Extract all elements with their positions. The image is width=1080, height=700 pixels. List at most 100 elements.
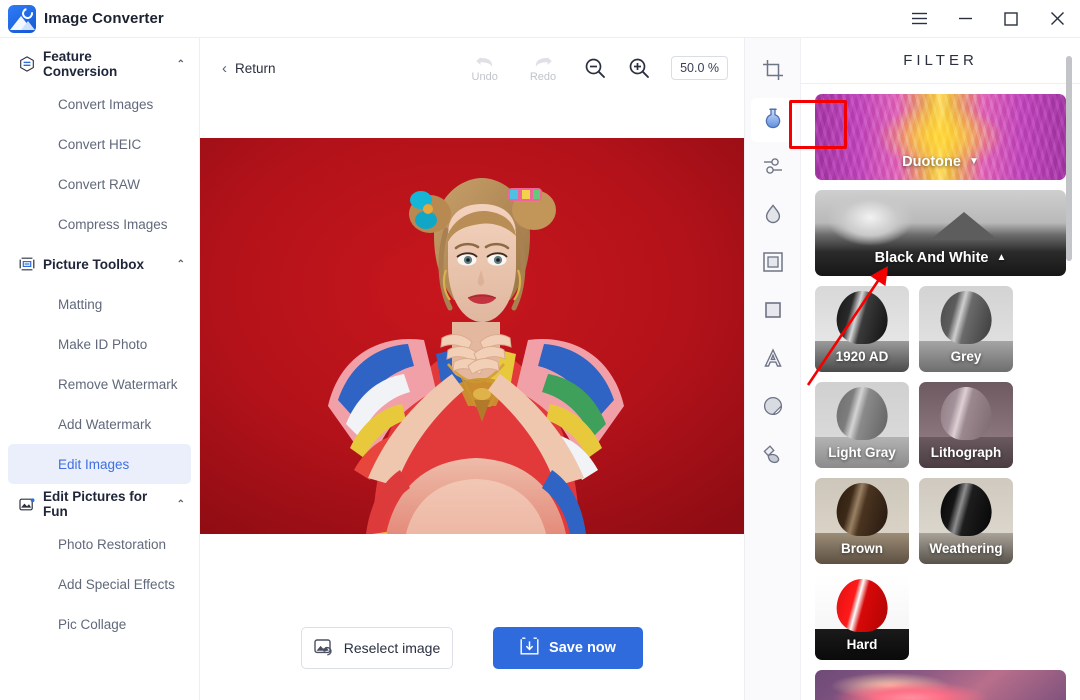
filter-category-next[interactable] (815, 670, 1066, 700)
sidebar-item-make-id-photo[interactable]: Make ID Photo (8, 324, 191, 364)
crop-icon (761, 58, 785, 87)
zoom-controls: 50.0 % (583, 56, 728, 80)
save-now-button[interactable]: Save now (493, 627, 643, 669)
border-tool-button[interactable] (751, 290, 795, 334)
sidebar-group-feature-conversion[interactable]: Feature Conversion ⌃ (0, 44, 199, 84)
maximize-button[interactable] (988, 0, 1034, 37)
sidebar-item-photo-restoration[interactable]: Photo Restoration (8, 524, 191, 564)
filter-preset-label: Weathering (929, 541, 1003, 556)
text-tool-button[interactable] (751, 338, 795, 382)
sidebar-item-add-special-effects[interactable]: Add Special Effects (8, 564, 191, 604)
sidebar-group-label: Picture Toolbox (43, 256, 145, 272)
editor-toolbar: ‹ Return Undo Redo 50.0 % (200, 38, 744, 98)
filter-preset-grid: 1920 AD Grey Light Gray Lithograph Brown… (815, 286, 1066, 660)
sidebar-item-remove-watermark[interactable]: Remove Watermark (8, 364, 191, 404)
filter-scrollbar-track[interactable] (1066, 46, 1076, 692)
filter-category-black-and-white[interactable]: Black And White ▲ (815, 190, 1066, 276)
filter-preset-label: Brown (841, 541, 883, 556)
sidebar-item-add-watermark[interactable]: Add Watermark (8, 404, 191, 444)
undo-redo-group: Undo Redo (472, 54, 556, 83)
chevron-down-icon: ▼ (968, 156, 979, 167)
filter-preset-hard[interactable]: Hard (815, 574, 909, 660)
undo-button[interactable]: Undo (472, 54, 498, 83)
redo-button[interactable]: Redo (530, 54, 556, 83)
editor-area: ‹ Return Undo Redo 50.0 % Reselect image… (200, 38, 744, 700)
sidebar-item-matting[interactable]: Matting (8, 284, 191, 324)
brush-tool-button[interactable] (751, 434, 795, 478)
main-body: Feature Conversion ⌃ Convert Images Conv… (0, 38, 1080, 700)
filter-panel: FILTER Duotone ▼ Black And White ▲ 1920 … (800, 38, 1080, 700)
sliders-icon (761, 154, 785, 183)
download-icon (520, 637, 539, 660)
return-button[interactable]: ‹ Return (216, 57, 282, 80)
reselect-image-button[interactable]: Reselect image (301, 627, 453, 669)
filter-preset-1920-ad[interactable]: 1920 AD (815, 286, 909, 372)
reselect-image-label: Reselect image (343, 640, 441, 656)
sidebar-item-edit-images[interactable]: Edit Images (8, 444, 191, 484)
action-bar: Reselect image Save now (200, 604, 744, 700)
reselect-image-icon (314, 638, 334, 659)
zoom-out-icon[interactable] (583, 56, 607, 80)
canvas-area (200, 98, 744, 604)
frame-icon (761, 250, 785, 279)
return-label: Return (235, 60, 276, 76)
redo-label: Redo (529, 70, 557, 83)
filter-preset-brown[interactable]: Brown (815, 478, 909, 564)
square-icon (761, 298, 785, 327)
filter-preset-label: Grey (950, 349, 982, 364)
tool-rail (744, 38, 800, 700)
frame-tool-button[interactable] (751, 242, 795, 286)
edited-image[interactable] (200, 138, 744, 534)
chevron-up-icon: ⌃ (176, 58, 185, 70)
minimize-button[interactable] (942, 0, 988, 37)
filter-preset-light-gray[interactable]: Light Gray (815, 382, 909, 468)
filter-tool-button[interactable] (750, 98, 795, 142)
fun-picture-icon (18, 496, 35, 513)
filter-list[interactable]: Duotone ▼ Black And White ▲ 1920 AD Grey… (801, 84, 1080, 700)
blur-tool-button[interactable] (751, 194, 795, 238)
sidebar-item-convert-images[interactable]: Convert Images (8, 84, 191, 124)
sidebar-item-compress-images[interactable]: Compress Images (8, 204, 191, 244)
filter-preset-label: 1920 AD (835, 349, 889, 364)
filter-preset-lithograph[interactable]: Lithograph (919, 382, 1013, 468)
undo-label: Undo (471, 70, 498, 83)
zoom-in-icon[interactable] (627, 56, 651, 80)
filter-category-label: Black And White (874, 250, 989, 266)
filter-category-caption: Duotone ▼ (815, 154, 1066, 170)
filter-preset-label: Lithograph (930, 445, 1002, 460)
filter-panel-title: FILTER (801, 38, 1080, 84)
mosaic-tool-button[interactable] (751, 386, 795, 430)
zoom-level-input[interactable]: 50.0 % (671, 56, 728, 80)
sidebar-group-label: Feature Conversion (43, 49, 118, 79)
droplet-icon (761, 202, 785, 231)
chevron-left-icon: ‹ (222, 59, 227, 77)
filter-preset-label: Hard (846, 637, 878, 652)
adjust-tool-button[interactable] (751, 146, 795, 190)
crop-tool-button[interactable] (751, 50, 795, 94)
filter-category-caption: Black And White ▲ (815, 250, 1066, 266)
menu-button[interactable] (896, 0, 942, 37)
sidebar-group-picture-toolbox[interactable]: Picture Toolbox ⌃ (0, 244, 199, 284)
filter-category-duotone[interactable]: Duotone ▼ (815, 94, 1066, 180)
sidebar-item-convert-raw[interactable]: Convert RAW (8, 164, 191, 204)
filter-category-label: Duotone (902, 154, 961, 170)
mosaic-icon (761, 394, 785, 423)
app-branding: Image Converter (0, 4, 164, 33)
toolbox-icon (18, 256, 35, 273)
chevron-up-icon: ⌃ (176, 258, 185, 270)
sidebar: Feature Conversion ⌃ Convert Images Conv… (0, 38, 200, 700)
filter-preset-weathering[interactable]: Weathering (919, 478, 1013, 564)
filter-preset-grey[interactable]: Grey (919, 286, 1013, 372)
title-bar: Image Converter (0, 0, 1080, 38)
text-a-icon (761, 346, 785, 375)
chevron-up-icon: ⌃ (176, 498, 185, 510)
brush-icon (761, 442, 785, 471)
sidebar-group-edit-pictures-for-fun[interactable]: Edit Pictures for Fun ⌃ (0, 484, 199, 524)
app-title: Image Converter (44, 10, 164, 27)
app-logo-icon (8, 4, 36, 33)
sidebar-item-pic-collage[interactable]: Pic Collage (8, 604, 191, 644)
filter-scrollbar-thumb[interactable] (1066, 56, 1072, 261)
sidebar-item-convert-heic[interactable]: Convert HEIC (8, 124, 191, 164)
filter-preset-label: Light Gray (828, 445, 896, 460)
close-button[interactable] (1034, 0, 1080, 37)
